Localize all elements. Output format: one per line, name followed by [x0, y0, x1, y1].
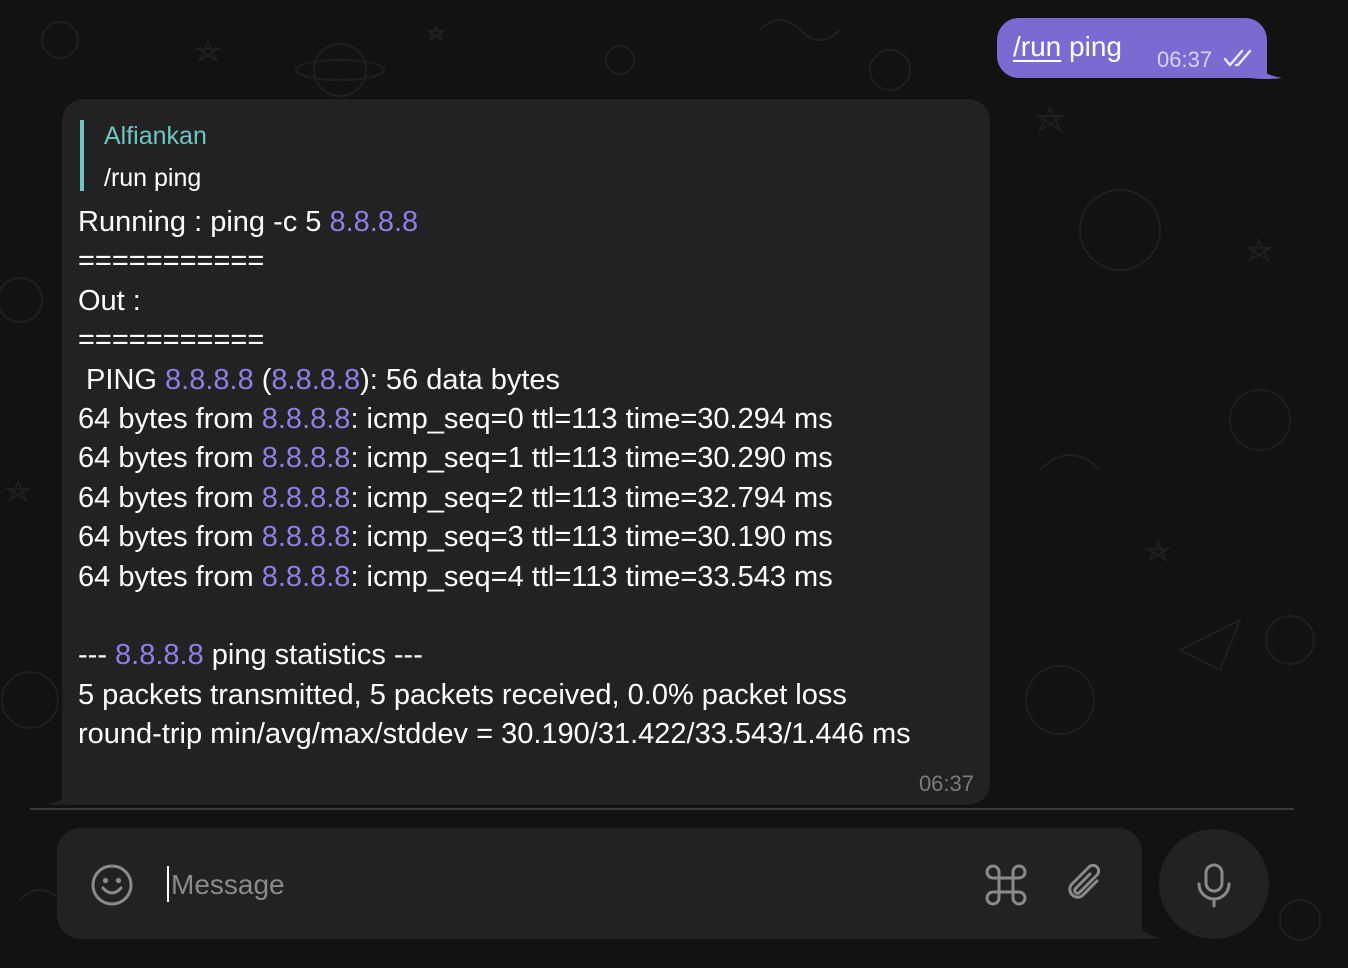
reply-quote[interactable]: Alfiankan /run ping — [80, 120, 207, 192]
message-line: 64 bytes from 8.8.8.8: icmp_seq=3 ttl=11… — [78, 518, 911, 557]
message-body: Running : ping -c 5 8.8.8.8 =========== Ou… — [78, 203, 911, 754]
message-composer — [57, 828, 1142, 939]
ip-address-link[interactable]: 8.8.8.8 — [262, 521, 351, 553]
reply-author: Alfiankan — [104, 122, 207, 150]
microphone-icon — [1197, 863, 1231, 908]
message-text: Out : — [78, 284, 141, 317]
ip-address-link[interactable]: 8.8.8.8 — [262, 482, 351, 514]
message-line: 64 bytes from 8.8.8.8: icmp_seq=2 ttl=11… — [78, 479, 911, 518]
outgoing-message-time: 06:37 — [1157, 47, 1213, 72]
reply-text: /run ping — [104, 164, 202, 192]
paperclip-icon[interactable] — [1063, 861, 1109, 909]
composer-divider — [30, 808, 1294, 810]
message-line — [78, 597, 911, 636]
incoming-message-time: 06:37 — [918, 771, 974, 796]
ip-address-link[interactable]: 8.8.8.8 — [115, 639, 204, 671]
message-text: ): 56 data bytes — [360, 363, 561, 396]
ip-address-link[interactable]: 8.8.8.8 — [329, 206, 418, 238]
message-text: : icmp_seq=4 ttl=113 time=33.543 ms — [350, 560, 833, 593]
message-text: : icmp_seq=3 ttl=113 time=30.190 ms — [350, 521, 833, 554]
message-text: 5 packets transmitted, 5 packets receive… — [78, 678, 847, 711]
message-text: : icmp_seq=1 ttl=113 time=30.290 ms — [350, 442, 833, 475]
ip-address-link[interactable]: 8.8.8.8 — [262, 403, 351, 435]
message-line: --- 8.8.8.8 ping statistics --- — [78, 636, 911, 675]
message-line: Out : — [78, 282, 911, 321]
microphone-button[interactable] — [1159, 829, 1269, 939]
command-key-icon[interactable] — [983, 862, 1029, 908]
outgoing-message-argument: ping — [1061, 31, 1122, 62]
message-line: round-trip min/avg/max/stddev = 30.190/3… — [78, 715, 911, 754]
message-text: 64 bytes from — [78, 560, 262, 593]
message-line: =========== — [78, 321, 911, 360]
ip-address-link[interactable]: 8.8.8.8 — [262, 442, 351, 474]
outgoing-message-text: /run ping — [1013, 31, 1122, 63]
message-text: =========== — [78, 324, 265, 357]
message-line: =========== — [78, 242, 911, 281]
message-line: 64 bytes from 8.8.8.8: icmp_seq=1 ttl=11… — [78, 439, 911, 478]
incoming-message-bubble[interactable]: Alfiankan /run ping Running : ping -c 5 … — [62, 99, 990, 805]
message-text: 64 bytes from — [78, 481, 262, 514]
message-text: : icmp_seq=2 ttl=113 time=32.794 ms — [350, 481, 833, 514]
message-text: --- — [78, 639, 116, 672]
message-text: PING — [78, 363, 166, 396]
ip-address-link[interactable]: 8.8.8.8 — [271, 364, 360, 396]
message-text: =========== — [78, 245, 265, 278]
message-text: 64 bytes from — [78, 442, 262, 475]
ip-address-link[interactable]: 8.8.8.8 — [165, 364, 254, 396]
message-input[interactable] — [169, 861, 873, 909]
message-text: ping statistics --- — [203, 639, 423, 672]
double-check-icon — [1223, 49, 1252, 67]
ip-address-link[interactable]: 8.8.8.8 — [262, 561, 351, 593]
message-line: 64 bytes from 8.8.8.8: icmp_seq=0 ttl=11… — [78, 400, 911, 439]
message-line: PING 8.8.8.8 (8.8.8.8): 56 data bytes — [78, 361, 911, 400]
message-text: round-trip min/avg/max/stddev = 30.190/3… — [78, 718, 911, 751]
message-text: ( — [253, 363, 272, 396]
bot-command-link[interactable]: /run — [1013, 31, 1061, 62]
message-text: 64 bytes from — [78, 521, 262, 554]
outgoing-message-bubble[interactable]: /run ping 06:37 — [997, 18, 1267, 78]
message-line: 64 bytes from 8.8.8.8: icmp_seq=4 ttl=11… — [78, 558, 911, 597]
message-text: : icmp_seq=0 ttl=113 time=30.294 ms — [350, 402, 833, 435]
message-text: Running : ping -c 5 — [78, 206, 330, 238]
message-text: 64 bytes from — [78, 402, 262, 435]
message-line: Running : ping -c 5 8.8.8.8 — [78, 203, 911, 242]
message-line: 5 packets transmitted, 5 packets receive… — [78, 676, 911, 715]
smiley-icon[interactable] — [89, 862, 135, 908]
